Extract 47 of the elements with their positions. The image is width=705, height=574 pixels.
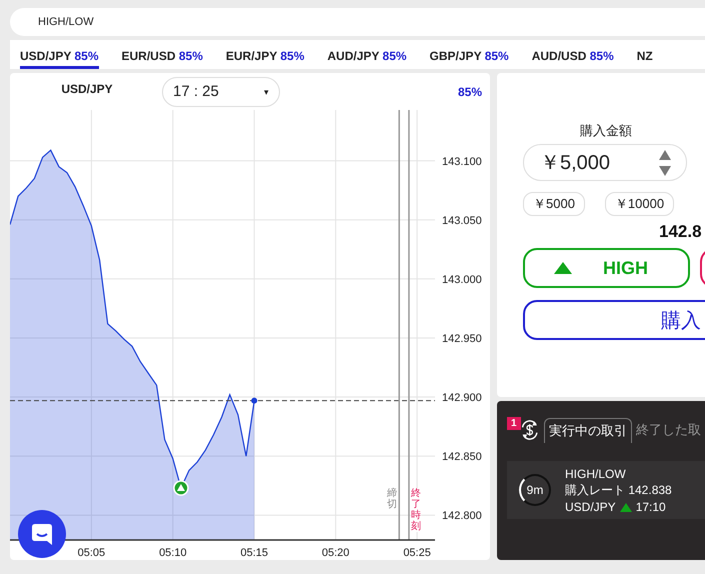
amount-preset-button[interactable]: ￥10000 [604, 192, 674, 216]
pair-tab[interactable]: USD/JPY 85% [20, 40, 98, 69]
pair-tab[interactable]: AUD/USD 85% [532, 40, 614, 69]
pair-tab[interactable]: EUR/JPY 85% [226, 40, 304, 69]
caret-icon: ▾ [264, 86, 269, 96]
payout-label: 85% [458, 84, 482, 98]
y-axis-label: 142.950 [442, 333, 482, 345]
y-axis-label: 143.000 [442, 274, 482, 286]
y-axis-label: 143.050 [442, 214, 482, 227]
x-axis-label: 05:05 [78, 547, 106, 559]
countdown-timer: 9m [519, 474, 551, 506]
page-title: HIGH/LOW [38, 16, 94, 28]
time-marker-label: 終了時刻 [410, 488, 421, 532]
x-axis-label: 05:10 [159, 547, 187, 559]
trade-pair: USD/JPY [565, 500, 616, 514]
pair-tab[interactable]: GBP/JPY 85% [430, 40, 509, 69]
up-triangle-icon [553, 261, 573, 275]
buy-button[interactable]: 購入 [523, 300, 705, 340]
time-marker-label: 締切 [387, 488, 398, 510]
up-triangle-icon [620, 502, 632, 512]
expiry-select[interactable]: 17 : 25 ▾ [162, 76, 280, 106]
y-axis-label: 142.850 [442, 451, 482, 464]
y-axis-label: 142.800 [442, 510, 482, 522]
x-axis-label: 05:20 [322, 547, 350, 559]
y-axis-label: 142.900 [442, 392, 482, 404]
pair-tab[interactable]: AUD/JPY 85% [327, 40, 407, 69]
amount-label: 購入金額 [579, 122, 633, 140]
count-badge: 1 [507, 417, 521, 430]
chat-icon [29, 521, 55, 547]
stepper-icon[interactable] [658, 148, 672, 178]
chat-button[interactable] [18, 510, 66, 558]
y-axis-label: 143.100 [442, 156, 482, 168]
x-axis-label: 05:15 [240, 547, 268, 559]
pair-label: USD/JPY [60, 82, 114, 98]
trade-time: 17:10 [636, 500, 666, 514]
current-price-dot [251, 398, 258, 404]
trade-type: HIGH/LOW [565, 466, 627, 480]
trades-tab[interactable]: 終了した取 [632, 418, 705, 442]
rate-value: 142.8 [659, 222, 703, 242]
amount-field[interactable]: ￥5,000 [523, 144, 687, 181]
trades-tab[interactable]: 実行中の取引 [544, 418, 632, 442]
amount-preset-button[interactable]: ￥5000 [523, 192, 585, 216]
trade-rate: 購入レート 142.838 [565, 482, 672, 498]
entry-up-icon [173, 480, 189, 496]
pair-tab[interactable]: NZ [636, 40, 653, 69]
pair-tab[interactable]: EUR/USD 85% [122, 40, 203, 69]
x-axis-label: 05:25 [403, 547, 431, 559]
